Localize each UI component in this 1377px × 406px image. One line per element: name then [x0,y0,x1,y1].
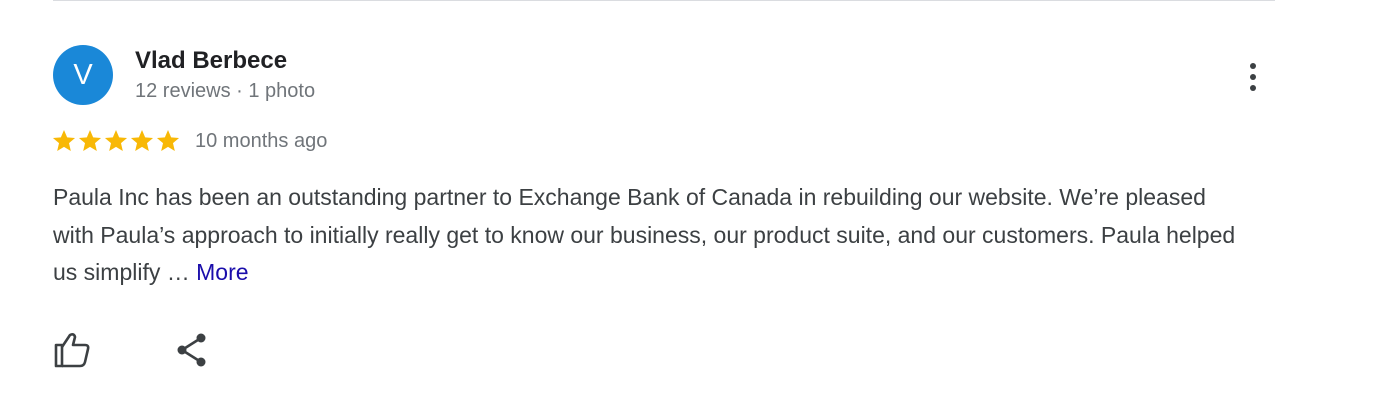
star-rating [51,128,181,154]
star-icon [52,129,76,151]
more-vert-icon-dot [1250,74,1256,80]
star-icon [156,129,180,151]
more-vert-icon-dot [1250,85,1256,91]
star-icon [104,129,128,151]
avatar[interactable]: V [53,45,113,105]
star-icon [78,129,102,151]
star-icon [130,129,154,151]
more-link[interactable]: More [196,259,248,285]
more-vert-icon [1250,63,1256,69]
review-date: 10 months ago [195,129,328,152]
rating-row: 10 months ago [51,126,327,156]
author-meta: 12 reviews · 1 photo [135,80,316,102]
share-icon [177,333,206,367]
more-options-button[interactable] [1238,56,1268,98]
thumbs-up-icon [54,333,90,368]
like-button[interactable] [52,330,92,370]
review-text: Paula Inc has been an outstanding partne… [53,179,1253,292]
author-name[interactable]: Vlad Berbece [135,47,287,75]
avatar-initial: V [73,58,93,91]
share-button[interactable] [172,330,212,370]
top-divider [53,0,1275,1]
